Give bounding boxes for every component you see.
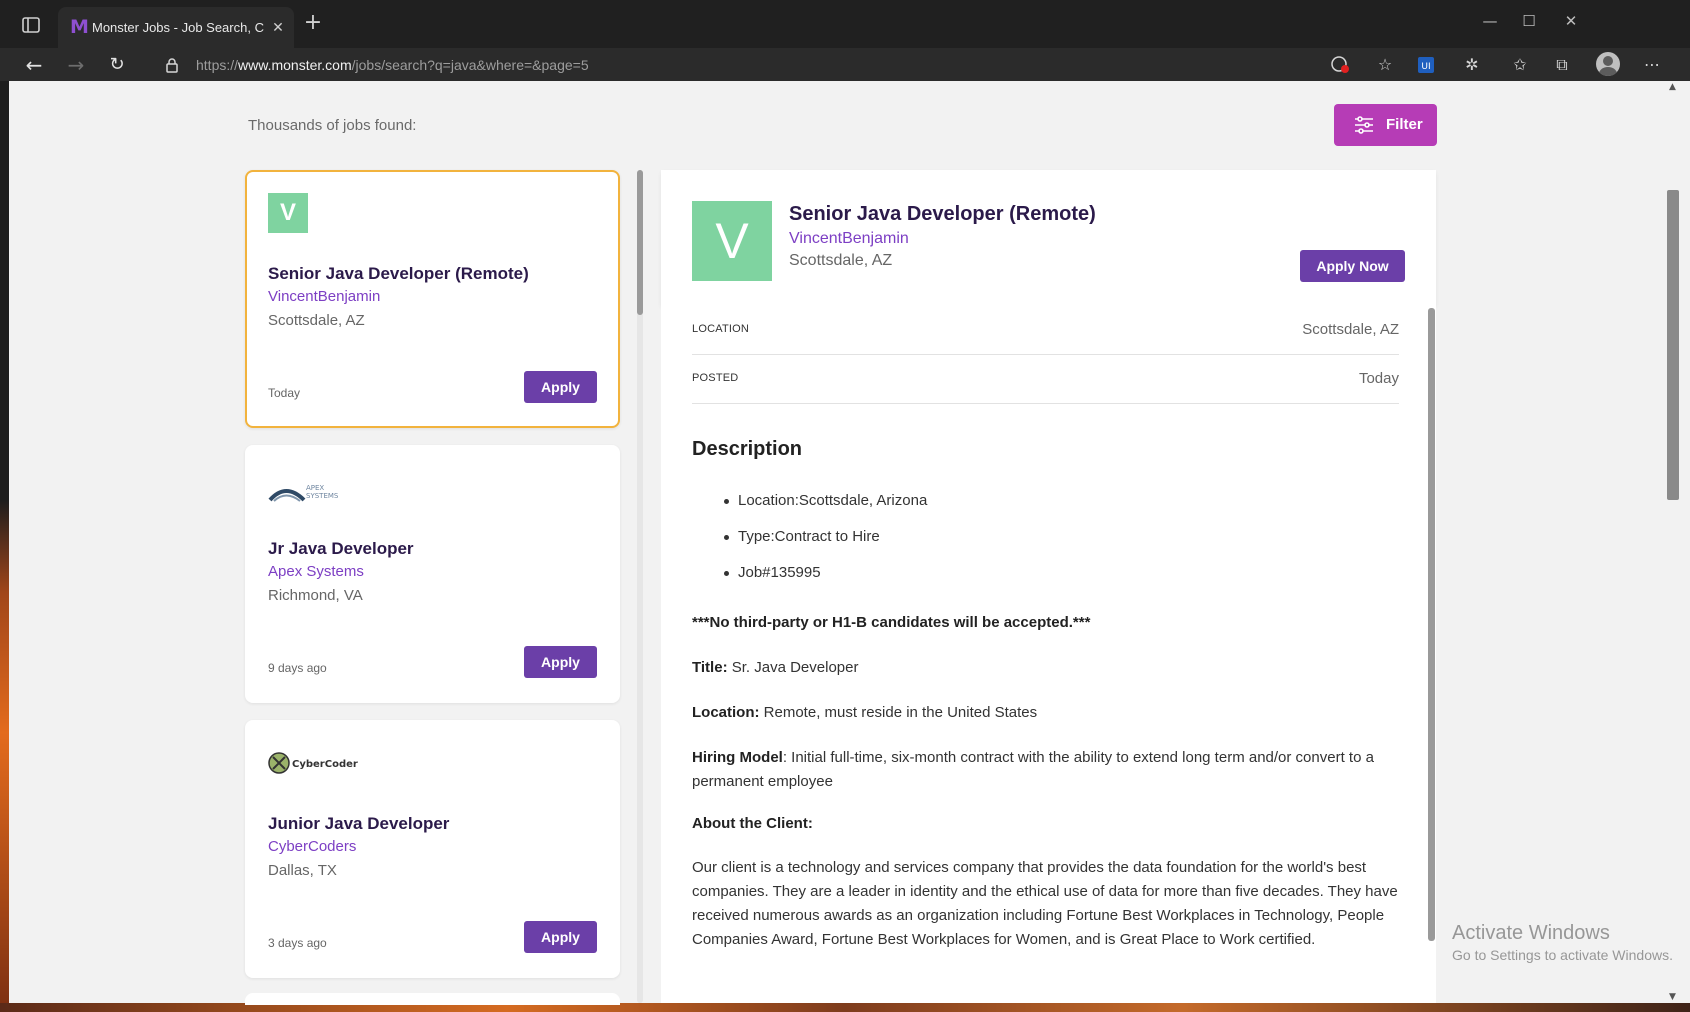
posted-date: Today	[268, 386, 301, 400]
description-heading: Description	[692, 438, 803, 460]
minimize-icon[interactable]: —	[1475, 10, 1505, 32]
svg-text:UI: UI	[1421, 62, 1430, 72]
job-card[interactable]: V Senior Java Developer (Remote) Vincent…	[245, 170, 620, 428]
company-logo: CyberCoders.	[268, 743, 368, 783]
company-logo: V	[692, 201, 772, 281]
browser-tab[interactable]: M Monster Jobs - Job Search, Career ✕	[58, 7, 294, 48]
job-title[interactable]: Junior Java Developer	[268, 814, 449, 834]
url-prefix: https://	[196, 57, 239, 73]
watermark-subtitle: Go to Settings to activate Windows.	[1452, 947, 1673, 963]
maximize-icon[interactable]: ☐	[1514, 10, 1544, 32]
profile-avatar[interactable]	[1596, 52, 1620, 76]
more-menu-icon[interactable]: ⋯	[1640, 53, 1664, 77]
job-title[interactable]: Jr Java Developer	[268, 539, 414, 559]
title-line: Title: Sr. Java Developer	[692, 656, 1402, 680]
page-scroll-thumb[interactable]	[1667, 190, 1679, 500]
candidate-notice: ***No third-party or H1-B candidates wil…	[692, 611, 1402, 635]
close-window-icon[interactable]: ✕	[1556, 10, 1586, 32]
svg-text:SYSTEMS: SYSTEMS	[306, 492, 339, 500]
job-title[interactable]: Senior Java Developer (Remote)	[268, 264, 529, 284]
company-logo: V	[268, 193, 308, 233]
about-heading-text: About the Client:	[692, 815, 813, 832]
company-name[interactable]: CyberCoders	[268, 838, 356, 855]
url-path: /jobs/search?q=java&where=&page=5	[351, 57, 589, 73]
job-location: Dallas, TX	[268, 862, 337, 879]
back-icon[interactable]: ←	[21, 52, 47, 78]
notice-text: ***No third-party or H1-B candidates wil…	[692, 614, 1091, 631]
extension-ui-icon[interactable]: UI	[1414, 53, 1438, 77]
favorites-icon[interactable]: ✩	[1508, 53, 1532, 77]
company-name[interactable]: VincentBenjamin	[268, 288, 380, 305]
url-host: www.monster.com	[238, 57, 352, 73]
job-card[interactable]: CyberCoders. Junior Java Developer Cyber…	[245, 720, 620, 978]
new-tab-icon[interactable]: +	[302, 12, 324, 34]
job-detail-body: LOCATION Scottsdale, AZ POSTED Today Des…	[661, 306, 1436, 1003]
hiring-value: : Initial full-time, six-month contract …	[692, 749, 1374, 790]
desktop-background	[0, 81, 9, 1012]
posted-row: POSTED Today	[692, 355, 1399, 404]
refresh-icon[interactable]: ↻	[104, 52, 130, 78]
scroll-up-icon[interactable]: ▲	[1669, 82, 1679, 92]
job-card[interactable]: APEX SYSTEMS Jr Java Developer Apex Syste…	[245, 445, 620, 703]
browser-titlebar: M Monster Jobs - Job Search, Career ✕ + …	[0, 0, 1690, 48]
hiring-label: Hiring Model	[692, 749, 783, 766]
watermark-title: Activate Windows	[1452, 922, 1610, 944]
posted-date: 9 days ago	[268, 661, 327, 675]
about-heading: About the Client:	[692, 812, 1402, 836]
about-text: Our client is a technology and services …	[692, 859, 1398, 948]
forward-icon[interactable]: →	[63, 52, 89, 78]
list-item: Type:Contract to Hire	[724, 528, 1374, 564]
apply-now-button[interactable]: Apply Now	[1300, 250, 1405, 282]
job-location: Scottsdale, AZ	[268, 312, 365, 329]
add-favorite-icon[interactable]: ☆	[1373, 53, 1397, 77]
title-label: Title:	[692, 659, 728, 676]
location-value: Scottsdale, AZ	[1302, 321, 1399, 338]
tracking-prevention-icon[interactable]	[1328, 53, 1352, 77]
address-bar[interactable]: https://www.monster.com/jobs/search?q=ja…	[196, 55, 589, 75]
company-logo: APEX SYSTEMS	[268, 468, 348, 508]
location-line: Location: Remote, must reside in the Uni…	[692, 701, 1402, 725]
location-label: LOCATION	[692, 323, 750, 335]
list-item: Location:Scottsdale, Arizona	[724, 492, 1374, 528]
location-row: LOCATION Scottsdale, AZ	[692, 306, 1399, 355]
location2-value: Remote, must reside in the United States	[759, 704, 1038, 721]
activate-windows-watermark: Activate Windows Go to Settings to activ…	[1452, 921, 1673, 965]
results-count: Thousands of jobs found:	[248, 117, 417, 134]
company-name[interactable]: Apex Systems	[268, 563, 364, 580]
job-list-scroll-thumb[interactable]	[637, 170, 643, 315]
scroll-down-icon[interactable]: ▼	[1669, 992, 1679, 1002]
svg-text:CyberCoders.: CyberCoders.	[292, 759, 358, 770]
collections-icon[interactable]: ⧉	[1550, 53, 1574, 77]
detail-company-name[interactable]: VincentBenjamin	[789, 230, 909, 248]
hiring-model-line: Hiring Model: Initial full-time, six-mon…	[692, 746, 1402, 794]
tab-actions-icon[interactable]	[20, 14, 42, 36]
job-detail-header: V Senior Java Developer (Remote) Vincent…	[661, 170, 1436, 306]
job-location: Richmond, VA	[268, 587, 363, 604]
tab-close-icon[interactable]: ✕	[268, 17, 288, 37]
posted-value: Today	[1358, 370, 1399, 387]
posted-date: 3 days ago	[268, 936, 327, 950]
lock-icon[interactable]	[165, 57, 179, 73]
apply-button[interactable]: Apply	[524, 371, 597, 403]
monster-favicon-icon: M	[70, 16, 89, 38]
location2-label: Location:	[692, 704, 760, 721]
svg-text:APEX: APEX	[306, 484, 324, 492]
tab-title: Monster Jobs - Job Search, Career	[92, 20, 264, 35]
extensions-puzzle-icon[interactable]: ✲	[1460, 53, 1484, 77]
filter-button[interactable]: Filter	[1334, 104, 1437, 146]
filter-label: Filter	[1386, 116, 1423, 133]
detail-scrollbar[interactable]	[1428, 308, 1435, 941]
apply-button[interactable]: Apply	[524, 921, 597, 953]
detail-location: Scottsdale, AZ	[789, 252, 893, 269]
posted-label: POSTED	[692, 372, 739, 384]
sliders-icon	[1354, 116, 1374, 134]
detail-job-title: Senior Java Developer (Remote)	[789, 203, 1096, 225]
title-value: Sr. Java Developer	[727, 659, 859, 676]
apply-button[interactable]: Apply	[524, 646, 597, 678]
job-card[interactable]	[245, 993, 620, 1005]
list-item: Job#135995	[724, 564, 1374, 600]
browser-toolbar: ← → ↻ https://www.monster.com/jobs/searc…	[0, 48, 1690, 81]
description-bullets: Location:Scottsdale, Arizona Type:Contra…	[724, 492, 1374, 600]
